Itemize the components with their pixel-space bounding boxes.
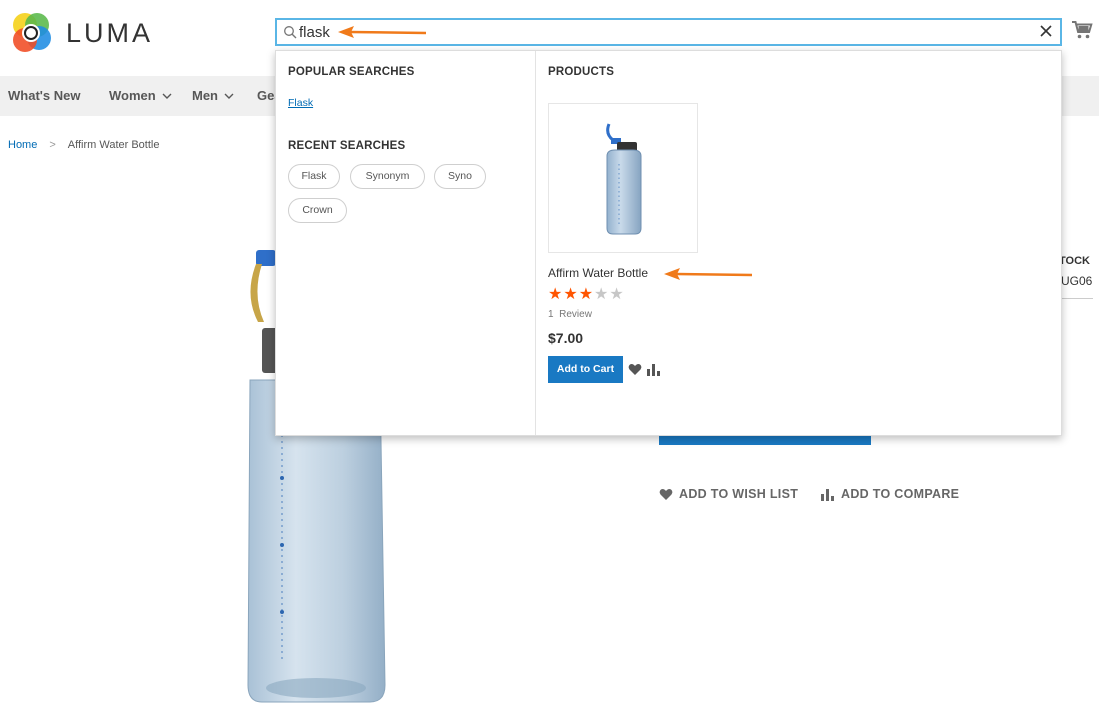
breadcrumb-home-link[interactable]: Home [8, 139, 37, 151]
heart-icon [659, 488, 673, 500]
luma-logo-icon [13, 13, 51, 52]
star-icon: ★ [578, 286, 594, 303]
nav-item-label: What's New [8, 88, 81, 103]
nav-item-whats-new[interactable]: What's New [8, 76, 80, 116]
star-icon: ★ [609, 286, 624, 303]
stock-status: TOCK [1059, 255, 1090, 267]
chevron-down-icon [162, 93, 172, 99]
recent-search-chip[interactable]: Syno [434, 164, 486, 189]
popular-search-link[interactable]: Flask [288, 97, 313, 109]
products-heading: PRODUCTS [548, 66, 615, 78]
logo[interactable]: LUMA [8, 10, 153, 56]
star-icon: ★ [548, 286, 563, 303]
heart-icon[interactable] [628, 363, 642, 376]
brand-name: LUMA [66, 17, 154, 48]
product-price: $7.00 [548, 330, 584, 346]
review-label: Review [559, 309, 592, 320]
chevron-down-icon [224, 93, 234, 99]
star-icon: ★ [594, 286, 609, 303]
wishlist-label: ADD TO WISH LIST [679, 487, 799, 501]
add-to-cart-button[interactable]: Add to Cart [548, 356, 623, 383]
breadcrumb: Home > Affirm Water Bottle [8, 139, 159, 151]
rating-stars: ★ ★ ★ ★ ★ [548, 287, 624, 303]
nav-item-men[interactable]: Men [192, 76, 234, 116]
product-name-link[interactable]: Affirm Water Bottle [548, 266, 648, 280]
add-to-compare-link[interactable]: ADD TO COMPARE [820, 487, 959, 501]
nav-item-label: Men [192, 88, 218, 103]
star-icon: ★ [563, 286, 578, 303]
compare-icon[interactable] [646, 363, 661, 376]
compare-icon [821, 488, 834, 501]
sku-value: UG06 [1061, 274, 1093, 288]
nav-item-women[interactable]: Women [109, 76, 172, 116]
review-count-link[interactable]: 1 Review [548, 309, 592, 320]
cart-icon[interactable] [1071, 20, 1093, 40]
arrow-icon [338, 26, 427, 38]
compare-label: ADD TO COMPARE [841, 487, 960, 501]
suggestions-column: POPULAR SEARCHES Flask RECENT SEARCHES F… [276, 51, 536, 435]
popular-searches-heading: POPULAR SEARCHES [288, 66, 415, 78]
add-to-wishlist-link[interactable]: ADD TO WISH LIST [659, 487, 798, 501]
breadcrumb-current: Affirm Water Bottle [67, 139, 160, 151]
arrow-icon [664, 268, 753, 280]
product-thumbnail[interactable] [548, 103, 698, 253]
recent-searches-heading: RECENT SEARCHES [288, 140, 406, 152]
recent-search-chip[interactable]: Crown [288, 198, 347, 223]
search-icon [284, 26, 297, 39]
review-count: 1 [548, 309, 554, 320]
chevron-right-icon: > [49, 139, 56, 151]
search-autocomplete: POPULAR SEARCHES Flask RECENT SEARCHES F… [275, 50, 1062, 436]
divider [1060, 298, 1093, 299]
nav-item-label: Women [109, 88, 156, 103]
products-column: PRODUCTS Affirm Water Bottle ★ ★ ★ ★ ★ 1… [536, 51, 1061, 435]
recent-search-chip[interactable]: Synonym [350, 164, 425, 189]
close-icon[interactable] [1038, 23, 1054, 39]
water-bottle-image [606, 123, 642, 235]
recent-search-chip[interactable]: Flask [288, 164, 340, 189]
